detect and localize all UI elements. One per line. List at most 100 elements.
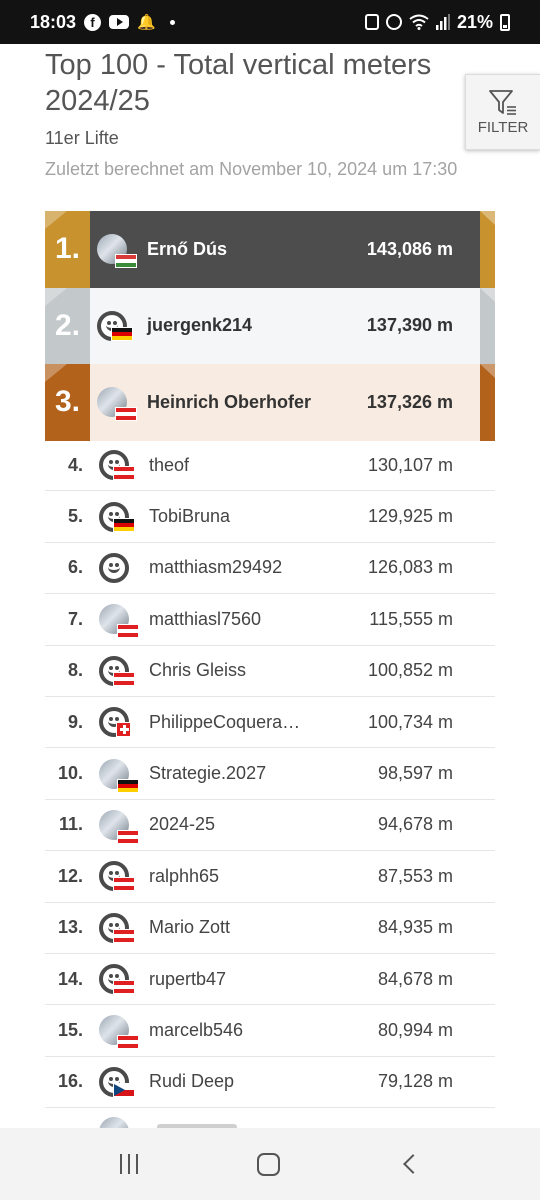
filter-funnel-icon bbox=[489, 89, 516, 115]
user-avatar bbox=[99, 707, 131, 738]
rank-number: 10. bbox=[57, 763, 83, 784]
germany-flag-icon bbox=[117, 778, 139, 793]
user-avatar bbox=[99, 912, 135, 943]
data-saver-icon bbox=[364, 14, 379, 30]
filter-button[interactable]: FILTER bbox=[465, 74, 540, 150]
leaderboard-row[interactable]: 4. theof 130,107 m bbox=[45, 440, 495, 492]
user-name: TobiBruna bbox=[149, 506, 231, 527]
rank-badge-gold: 1. bbox=[45, 211, 90, 288]
user-avatar bbox=[99, 809, 139, 844]
user-name: marcelb546 bbox=[149, 1019, 244, 1040]
page-title: Top 100 - Total vertical meters 2024/25 bbox=[45, 49, 432, 117]
user-name: Chris Gleiss bbox=[149, 660, 247, 681]
user-name: 2024-25 bbox=[149, 814, 216, 835]
system-nav-bar bbox=[0, 1128, 540, 1200]
user-avatar bbox=[97, 234, 137, 269]
user-name: Heinrich Oberhofer bbox=[147, 391, 312, 412]
status-bar: 18:03 f 🔔 21% bbox=[0, 0, 540, 44]
leaderboard-row-3[interactable]: 3. Heinrich Oberhofer 137,326 m bbox=[45, 364, 495, 441]
hungary-flag-icon bbox=[115, 254, 137, 269]
battery-percent: 21% bbox=[456, 11, 493, 32]
youtube-icon bbox=[109, 15, 130, 29]
facebook-icon: f bbox=[84, 13, 102, 31]
austria-flag-icon bbox=[115, 407, 137, 422]
leaderboard-row[interactable]: 6. matthiasm29492 126,083 m bbox=[45, 543, 495, 595]
user-name: Strategie.2027 bbox=[149, 763, 267, 784]
vertical-meters: 129,925 m bbox=[367, 506, 453, 527]
rank-number: 5. bbox=[67, 506, 83, 527]
vertical-meters: 137,326 m bbox=[366, 391, 453, 412]
vertical-meters: 80,994 m bbox=[377, 1019, 453, 1040]
rank-number: 13. bbox=[57, 917, 83, 938]
clock: 18:03 bbox=[30, 11, 77, 32]
user-avatar bbox=[99, 655, 135, 686]
user-name: juergenk214 bbox=[147, 315, 253, 336]
user-avatar bbox=[99, 861, 135, 892]
vertical-meters: 115,555 m bbox=[369, 608, 453, 629]
filter-label: FILTER bbox=[477, 118, 529, 136]
user-avatar bbox=[97, 310, 133, 341]
rank-number: 12. bbox=[57, 865, 83, 886]
leaderboard-row[interactable]: 7. matthiasl7560 115,555 m bbox=[45, 594, 495, 646]
switzerland-flag-icon bbox=[116, 722, 131, 738]
leaderboard-row[interactable]: 10. Strategie.2027 98,597 m bbox=[45, 748, 495, 800]
leaderboard-row[interactable]: 11. 2024-25 94,678 m bbox=[45, 800, 495, 852]
austria-flag-icon bbox=[113, 877, 135, 892]
last-computed-text: Zuletzt berechnet am November 10, 2024 u… bbox=[45, 159, 458, 179]
vertical-meters: 87,553 m bbox=[377, 865, 453, 886]
austria-flag-icon bbox=[113, 980, 135, 995]
user-name: rupertb47 bbox=[149, 968, 227, 989]
leaderboard-list: 4. theof 130,107 m 5. TobiBruna 129,925 m 6. ma… bbox=[45, 440, 495, 1109]
user-avatar bbox=[99, 604, 139, 639]
vertical-meters: 98,597 m bbox=[377, 763, 453, 784]
austria-flag-icon bbox=[117, 829, 139, 844]
vertical-meters: 100,734 m bbox=[367, 711, 453, 732]
leaderboard-row[interactable]: 16. Rudi Deep 79,128 m bbox=[45, 1057, 495, 1109]
user-name: ralphh65 bbox=[149, 865, 220, 886]
notification-dot-icon bbox=[169, 19, 175, 25]
leaderboard-row[interactable]: 5. TobiBruna 129,925 m bbox=[45, 491, 495, 543]
page-subtitle: 11er Lifte bbox=[45, 128, 119, 148]
vertical-meters: 137,390 m bbox=[366, 315, 453, 336]
vertical-meters: 143,086 m bbox=[366, 238, 453, 259]
user-avatar bbox=[99, 552, 129, 583]
rank-badge-bronze: 3. bbox=[45, 364, 90, 441]
leaderboard-row-1[interactable]: 1. Ernő Dús 143,086 m bbox=[45, 211, 495, 288]
user-avatar bbox=[99, 450, 135, 481]
leaderboard-row[interactable]: 8. Chris Gleiss 100,852 m bbox=[45, 646, 495, 697]
user-name: matthiasl7560 bbox=[149, 608, 262, 629]
rank-number: 11. bbox=[58, 814, 83, 835]
user-name: PhilippeCoquera… bbox=[149, 711, 301, 732]
battery-icon bbox=[500, 13, 510, 31]
user-avatar bbox=[97, 387, 137, 422]
germany-flag-icon bbox=[111, 326, 133, 341]
rank-number: 8. bbox=[67, 660, 83, 681]
home-icon[interactable] bbox=[257, 1152, 281, 1176]
leaderboard-row-2[interactable]: 2. juergenk214 137,390 m bbox=[45, 287, 495, 364]
user-name: Ernő Dús bbox=[147, 238, 228, 259]
vertical-meters: 84,678 m bbox=[377, 968, 453, 989]
user-name: theof bbox=[149, 454, 190, 475]
user-name: Mario Zott bbox=[149, 917, 231, 938]
podium-list: 1. Ernő Dús 143,086 m 2. juergenk214 137… bbox=[45, 211, 495, 441]
alarm-icon bbox=[385, 14, 402, 30]
vertical-meters: 84,935 m bbox=[377, 917, 453, 938]
leaderboard-row[interactable]: 14. rupertb47 84,678 m bbox=[45, 954, 495, 1006]
back-icon[interactable] bbox=[403, 1154, 424, 1174]
rank-number: 4. bbox=[67, 454, 83, 475]
leaderboard-row[interactable]: 9. PhilippeCoquera… 100,734 m bbox=[45, 697, 495, 749]
rank-number: 14. bbox=[57, 968, 83, 989]
rank-number: 6. bbox=[67, 557, 83, 578]
austria-flag-icon bbox=[117, 624, 139, 639]
czech-flag-icon bbox=[113, 1082, 135, 1097]
recent-apps-icon[interactable] bbox=[119, 1154, 138, 1174]
austria-flag-icon bbox=[113, 928, 135, 943]
wifi-icon bbox=[409, 14, 429, 30]
leaderboard-row[interactable]: 13. Mario Zott 84,935 m bbox=[45, 903, 495, 954]
germany-flag-icon bbox=[113, 517, 135, 532]
leaderboard-row[interactable]: 12. ralphh65 87,553 m bbox=[45, 851, 495, 903]
leaderboard-row[interactable]: 15. marcelb546 80,994 m bbox=[45, 1005, 495, 1057]
austria-flag-icon bbox=[113, 466, 135, 481]
rank-number: 16. bbox=[57, 1071, 83, 1092]
vertical-meters: 130,107 m bbox=[367, 454, 453, 475]
